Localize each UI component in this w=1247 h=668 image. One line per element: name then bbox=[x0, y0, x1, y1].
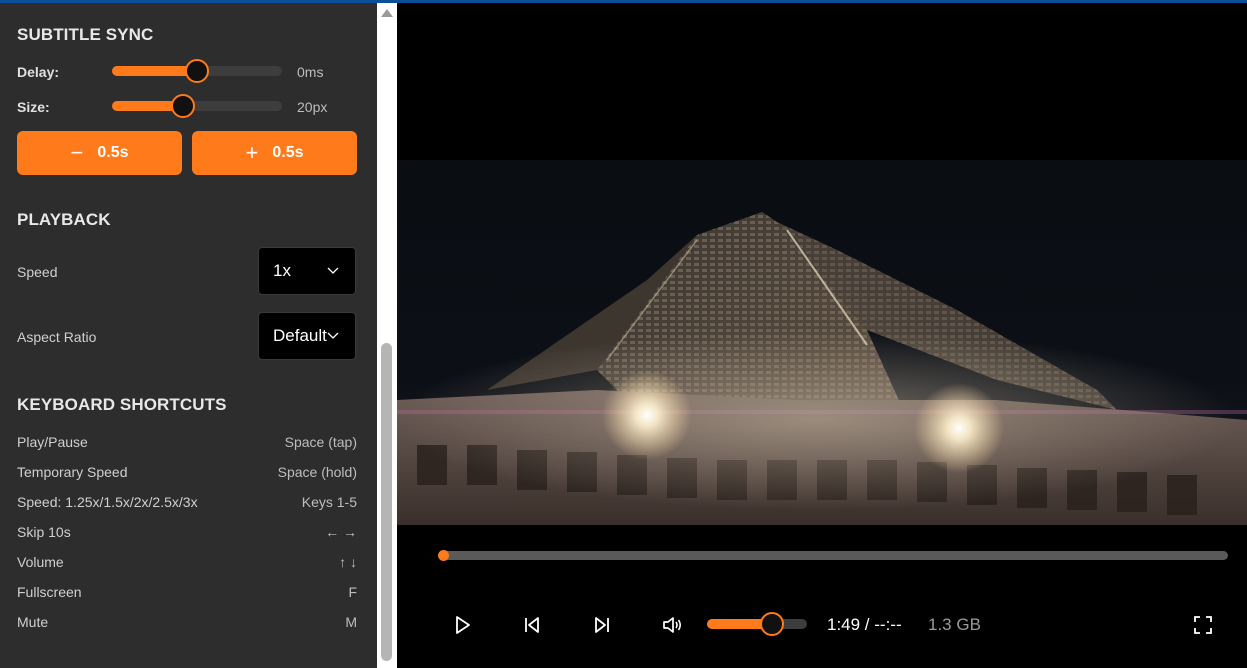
shortcut-action: Skip 10s bbox=[17, 524, 71, 540]
fullscreen-icon[interactable] bbox=[1191, 613, 1215, 637]
shortcut-row: Speed: 1.25x/1.5x/2x/2.5x/3x Keys 1-5 bbox=[17, 494, 357, 510]
shortcut-key: M bbox=[345, 614, 357, 630]
keyboard-shortcuts-heading: KEYBOARD SHORTCUTS bbox=[17, 395, 227, 414]
sidebar-scrollbar[interactable] bbox=[377, 3, 397, 668]
shortcut-row: Temporary Speed Space (hold) bbox=[17, 464, 357, 480]
size-slider-thumb[interactable] bbox=[171, 94, 195, 118]
speed-select-value: 1x bbox=[273, 261, 291, 280]
delay-label: Delay: bbox=[17, 64, 60, 80]
shortcut-key: Space (tap) bbox=[284, 434, 357, 450]
aspect-ratio-label: Aspect Ratio bbox=[17, 329, 97, 345]
size-slider[interactable] bbox=[112, 94, 282, 118]
shortcut-key: ↑ ↓ bbox=[339, 554, 357, 570]
aspect-ratio-select[interactable]: Default bbox=[258, 312, 356, 360]
file-size: 1.3 GB bbox=[928, 615, 981, 634]
shortcut-row: Fullscreen F bbox=[17, 584, 357, 600]
size-value: 20px bbox=[297, 99, 328, 115]
chevron-down-icon bbox=[327, 329, 339, 341]
aspect-ratio-select-value: Default bbox=[273, 326, 327, 345]
skip-forward-icon[interactable] bbox=[590, 613, 614, 637]
shortcut-action: Temporary Speed bbox=[17, 464, 128, 480]
delay-slider[interactable] bbox=[112, 59, 282, 83]
seek-bar-thumb[interactable] bbox=[438, 550, 449, 561]
play-icon[interactable] bbox=[450, 613, 474, 637]
shortcut-row: Mute M bbox=[17, 614, 357, 630]
speed-select[interactable]: 1x bbox=[258, 247, 356, 295]
delay-minus-button[interactable]: − 0.5s bbox=[17, 131, 182, 175]
minus-icon: − bbox=[70, 140, 84, 165]
speed-label: Speed bbox=[17, 264, 58, 280]
subtitle-sync-heading: SUBTITLE SYNC bbox=[17, 25, 154, 44]
plus-icon: + bbox=[245, 140, 259, 165]
shortcut-row: Play/Pause Space (tap) bbox=[17, 434, 357, 450]
delay-plus-button[interactable]: + 0.5s bbox=[192, 131, 357, 175]
shortcut-key: Space (hold) bbox=[277, 464, 357, 480]
video-player[interactable]: 1:49 / --:-- 1.3 GB bbox=[397, 3, 1247, 668]
shortcut-key: Keys 1-5 bbox=[301, 494, 357, 510]
shortcut-action: Play/Pause bbox=[17, 434, 88, 450]
seek-bar[interactable] bbox=[438, 550, 1228, 561]
settings-sidebar: SUBTITLE SYNC Delay: 0ms Size: 20px − 0.… bbox=[0, 3, 377, 668]
shortcut-action: Volume bbox=[17, 554, 64, 570]
shortcut-action: Speed: 1.25x/1.5x/2x/2.5x/3x bbox=[17, 494, 198, 510]
delay-minus-label: 0.5s bbox=[97, 144, 129, 161]
volume-icon[interactable] bbox=[660, 613, 684, 637]
delay-value: 0ms bbox=[297, 64, 324, 80]
chevron-down-icon bbox=[327, 267, 339, 274]
video-frame bbox=[397, 160, 1247, 525]
shortcut-action: Mute bbox=[17, 614, 49, 630]
size-label: Size: bbox=[17, 99, 50, 115]
scrollbar-thumb[interactable] bbox=[381, 343, 392, 661]
shortcut-action: Fullscreen bbox=[17, 584, 82, 600]
shortcut-key: F bbox=[348, 584, 357, 600]
delay-slider-thumb[interactable] bbox=[185, 59, 209, 83]
volume-slider-thumb[interactable] bbox=[760, 612, 784, 636]
skip-back-icon[interactable] bbox=[520, 613, 544, 637]
time-display: 1:49 / --:-- bbox=[827, 615, 902, 634]
delay-plus-label: 0.5s bbox=[272, 144, 304, 161]
shortcut-row: Volume ↑ ↓ bbox=[17, 554, 357, 570]
scroll-up-arrow-icon[interactable] bbox=[381, 9, 393, 17]
playback-heading: PLAYBACK bbox=[17, 210, 111, 229]
volume-slider[interactable] bbox=[707, 612, 807, 636]
shortcut-row: Skip 10s ← → bbox=[17, 524, 357, 540]
shortcut-key: ← → bbox=[325, 524, 357, 540]
